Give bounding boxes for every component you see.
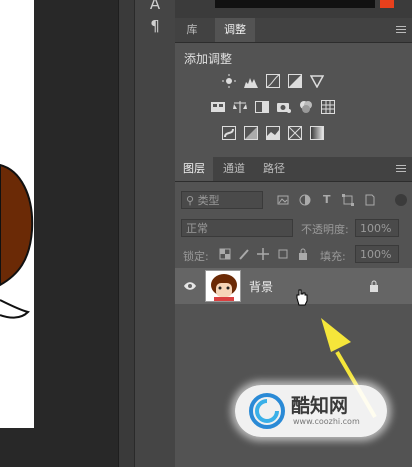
lock-label: 锁定:	[183, 250, 209, 263]
add-adjustment-label: 添加调整	[184, 52, 233, 66]
adjustments-tabbar: 库 调整	[175, 18, 412, 43]
hue-saturation-icon[interactable]	[211, 100, 225, 114]
adjustment-row-2	[211, 100, 335, 114]
threshold-icon[interactable]	[266, 126, 280, 140]
gradient-map-icon[interactable]	[310, 126, 324, 140]
eye-icon[interactable]	[183, 280, 197, 292]
fill-label: 填充:	[320, 250, 346, 263]
watermark-logo-icon	[249, 393, 285, 429]
brightness-contrast-icon[interactable]	[222, 74, 236, 88]
channel-mixer-icon[interactable]	[299, 100, 313, 114]
layers-tabbar: 图层 通道 路径	[175, 157, 412, 182]
tab-paths[interactable]: 路径	[255, 157, 293, 181]
layer-lock-icon	[370, 280, 378, 292]
curves-icon[interactable]	[266, 74, 280, 88]
tab-layers[interactable]: 图层	[175, 157, 213, 181]
lock-position-icon[interactable]	[257, 248, 269, 260]
pixel-filter-icon[interactable]	[277, 194, 289, 206]
lock-transparent-icon[interactable]	[219, 248, 231, 260]
tab-adjustments[interactable]: 调整	[215, 18, 255, 42]
tab-channels[interactable]: 通道	[215, 157, 253, 181]
photo-filter-icon[interactable]	[277, 100, 291, 114]
color-panel-strip	[175, 0, 412, 18]
lock-image-pixels-icon[interactable]	[238, 248, 250, 260]
panel-menu-icon[interactable]	[396, 26, 406, 35]
search-icon: ⚲	[186, 194, 195, 207]
color-lookup-icon[interactable]	[321, 100, 335, 114]
layers-panel-menu-icon[interactable]	[396, 165, 406, 174]
smart-object-filter-icon[interactable]	[364, 194, 376, 206]
adjustment-row-1	[222, 74, 324, 88]
panel-icon-strip: A ¶	[134, 0, 176, 467]
selective-color-icon[interactable]	[288, 126, 302, 140]
adjustment-row-3	[222, 126, 324, 140]
lock-artboard-icon[interactable]	[277, 248, 289, 260]
vibrance-icon[interactable]	[310, 74, 324, 88]
panel-divider	[118, 0, 135, 467]
type-filter-icon[interactable]: T	[323, 193, 331, 206]
document-canvas[interactable]	[0, 0, 34, 428]
watermark-brand: 酷知网	[291, 395, 349, 417]
color-balance-icon[interactable]	[233, 100, 247, 114]
opacity-label: 不透明度:	[301, 223, 349, 236]
watermark-url: www.coozhi.com	[293, 417, 360, 426]
levels-icon[interactable]	[244, 74, 258, 88]
foreground-color-swatch[interactable]	[380, 0, 394, 8]
blend-mode-select[interactable]: 正常	[181, 219, 293, 237]
invert-icon[interactable]	[222, 126, 236, 140]
filter-kind-select[interactable]: ⚲ 类型	[181, 191, 263, 209]
layer-name[interactable]: 背景	[249, 278, 273, 295]
filter-toggle[interactable]	[395, 194, 407, 206]
black-white-icon[interactable]	[255, 100, 269, 114]
character-panel-icon[interactable]: A	[148, 0, 162, 12]
shape-filter-icon[interactable]	[342, 194, 354, 206]
adjustment-filter-icon[interactable]	[299, 194, 311, 206]
posterize-icon[interactable]	[244, 126, 258, 140]
fill-input[interactable]: 100%	[355, 245, 399, 263]
opacity-input[interactable]: 100%	[355, 219, 399, 237]
tab-libraries[interactable]: 库	[175, 18, 209, 42]
filter-kind-value: 类型	[197, 194, 220, 207]
exposure-icon[interactable]	[288, 74, 302, 88]
paragraph-panel-icon[interactable]: ¶	[148, 18, 162, 34]
layer-row[interactable]: 背景	[175, 268, 412, 304]
layer-thumbnail	[205, 270, 241, 302]
hand-cursor-icon	[296, 289, 308, 306]
lock-all-icon[interactable]	[297, 248, 309, 260]
watermark: 酷知网 www.coozhi.com	[235, 385, 387, 437]
